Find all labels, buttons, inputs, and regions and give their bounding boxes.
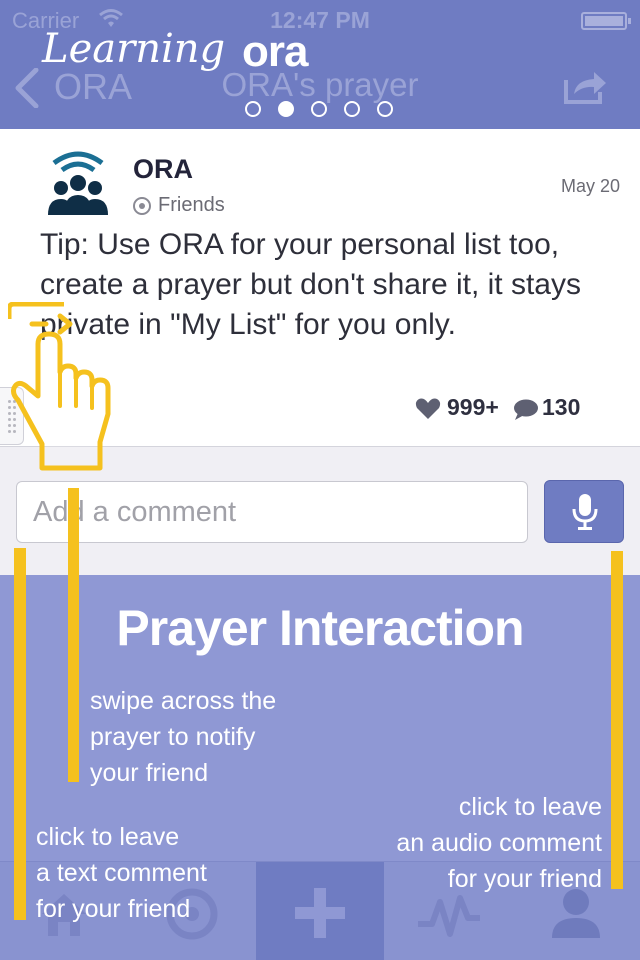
- target-icon: [133, 197, 151, 215]
- post-date: May 20: [560, 176, 620, 196]
- share-button[interactable]: [562, 66, 608, 106]
- share-icon: [564, 72, 606, 104]
- audio-comment-guide-line: [611, 551, 623, 889]
- prayer-text: Tip: Use ORA for your personal list too,…: [40, 228, 581, 341]
- swipe-hand-icon: [6, 301, 112, 479]
- page-dot-active[interactable]: [278, 101, 294, 117]
- comment-bubble-icon[interactable]: [513, 399, 539, 426]
- comments-count: 130: [542, 394, 581, 420]
- nav-title: ORA's prayer: [221, 66, 419, 103]
- swipe-hint: swipe across the prayer to notify your f…: [90, 687, 277, 787]
- back-label: ORA: [54, 66, 133, 107]
- audio-comment-hint: click to leave an audio comment for your…: [396, 793, 602, 893]
- chevron-left-icon: [14, 67, 40, 113]
- tutorial-notes: swipe across the prayer to notify your f…: [0, 575, 640, 960]
- avatar[interactable]: [44, 149, 112, 219]
- microphone-icon: [572, 494, 598, 530]
- ora-logo-icon: [48, 151, 108, 215]
- heart-icon[interactable]: [415, 398, 441, 425]
- page-dot[interactable]: [311, 101, 327, 117]
- author-name[interactable]: ORA: [133, 154, 193, 185]
- swipe-guide-line: [68, 488, 79, 782]
- comment-input[interactable]: [16, 481, 528, 543]
- text-comment-guide-line: [14, 548, 26, 920]
- likes-count: 999+: [447, 394, 499, 420]
- page-dot[interactable]: [245, 101, 261, 117]
- battery-icon: [581, 12, 631, 30]
- audience-label: Friends: [158, 194, 225, 216]
- back-button[interactable]: ORA: [14, 64, 144, 109]
- audio-comment-button[interactable]: [544, 480, 624, 543]
- text-comment-hint: click to leave a text comment for your f…: [36, 823, 207, 923]
- page-dot[interactable]: [377, 101, 393, 117]
- top-bar: Carrier 12:47 PM Learning ora ORA ORA's …: [0, 0, 640, 129]
- page-dot[interactable]: [344, 101, 360, 117]
